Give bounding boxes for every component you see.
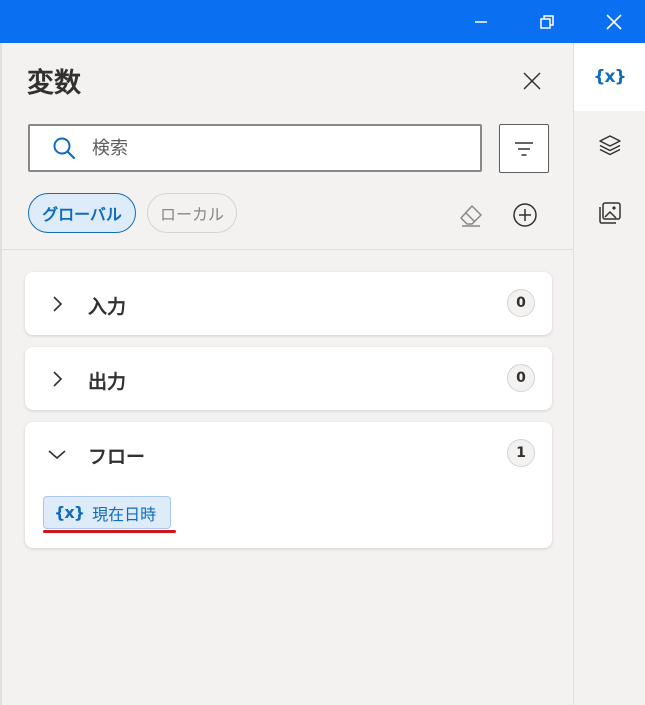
add-circle-icon	[513, 203, 537, 227]
section-label: 出力	[88, 371, 127, 393]
section-flow: フロー 1 {x} 現在日時	[25, 422, 552, 548]
panel-title: 変数	[27, 68, 81, 99]
red-underline-highlight	[43, 530, 176, 533]
search-icon	[52, 135, 78, 161]
count-badge: 0	[507, 364, 535, 392]
section-label: フロー	[88, 446, 146, 468]
window-close-button[interactable]	[591, 0, 637, 43]
section-input: 入力 0	[25, 272, 552, 335]
filter-button[interactable]	[499, 124, 549, 173]
panel-close-button[interactable]	[517, 66, 547, 96]
minimize-icon	[475, 20, 487, 23]
section-output-header[interactable]: 出力 0	[25, 347, 552, 410]
restore-button[interactable]	[524, 0, 570, 43]
chevron-right-icon	[47, 369, 67, 389]
variables-panel: 変数 グローバル ローカル 入力 0 出力	[0, 43, 573, 705]
clear-button[interactable]	[457, 201, 485, 229]
filter-icon	[515, 141, 533, 156]
divider	[2, 249, 573, 250]
section-flow-header[interactable]: フロー 1	[25, 422, 552, 485]
section-label: 入力	[88, 296, 127, 318]
layers-icon	[598, 135, 621, 156]
side-tab-variables[interactable]: {x}	[574, 43, 645, 111]
variables-icon: {x}	[593, 67, 626, 87]
chevron-down-icon	[47, 444, 67, 464]
chevron-right-icon	[47, 294, 67, 314]
images-icon	[598, 202, 621, 224]
variable-item[interactable]: {x} 現在日時	[43, 496, 172, 529]
side-tab-strip: {x}	[573, 43, 645, 705]
close-icon	[606, 13, 622, 30]
close-icon	[523, 72, 541, 90]
section-input-header[interactable]: 入力 0	[25, 272, 552, 335]
section-output: 出力 0	[25, 347, 552, 410]
variable-icon: {x}	[54, 503, 85, 522]
eraser-icon	[460, 205, 482, 227]
search-box	[28, 124, 482, 172]
tab-global[interactable]: グローバル	[28, 193, 136, 233]
count-badge: 0	[507, 289, 535, 317]
search-input[interactable]	[92, 137, 452, 159]
side-tab-images[interactable]	[574, 179, 645, 247]
add-variable-button[interactable]	[511, 201, 539, 229]
variable-label: 現在日時	[92, 504, 157, 524]
restore-icon	[540, 14, 554, 29]
count-badge: 1	[507, 439, 535, 467]
tab-local[interactable]: ローカル	[147, 193, 237, 233]
title-bar	[0, 0, 645, 43]
side-tab-ui-elements[interactable]	[574, 111, 645, 179]
minimize-button[interactable]	[458, 0, 504, 43]
